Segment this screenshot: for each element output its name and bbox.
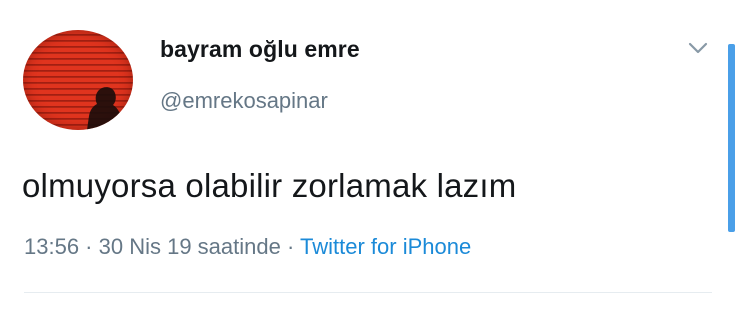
avatar-image	[87, 87, 123, 130]
tweet-meta: 13:56 · 30 Nis 19 saatinde · Twitter for…	[24, 234, 471, 260]
tweet-source-link[interactable]: Twitter for iPhone	[300, 234, 471, 259]
avatar[interactable]	[23, 30, 133, 130]
tweet-date[interactable]: 30 Nis 19 saatinde	[99, 234, 281, 259]
tweet-time[interactable]: 13:56	[24, 234, 79, 259]
tweet-text: olmuyorsa olabilir zorlamak lazım	[22, 167, 517, 204]
meta-separator: ·	[79, 234, 99, 259]
tweet-card: bayram oğlu emre @emrekosapinar olmuyors…	[0, 0, 735, 319]
author-display-name[interactable]: bayram oğlu emre	[160, 36, 360, 63]
chevron-down-icon[interactable]	[686, 40, 710, 56]
meta-separator: ·	[280, 234, 301, 259]
divider	[24, 292, 712, 293]
author-handle[interactable]: @emrekosapinar	[160, 88, 328, 114]
scroll-indicator	[728, 44, 735, 232]
